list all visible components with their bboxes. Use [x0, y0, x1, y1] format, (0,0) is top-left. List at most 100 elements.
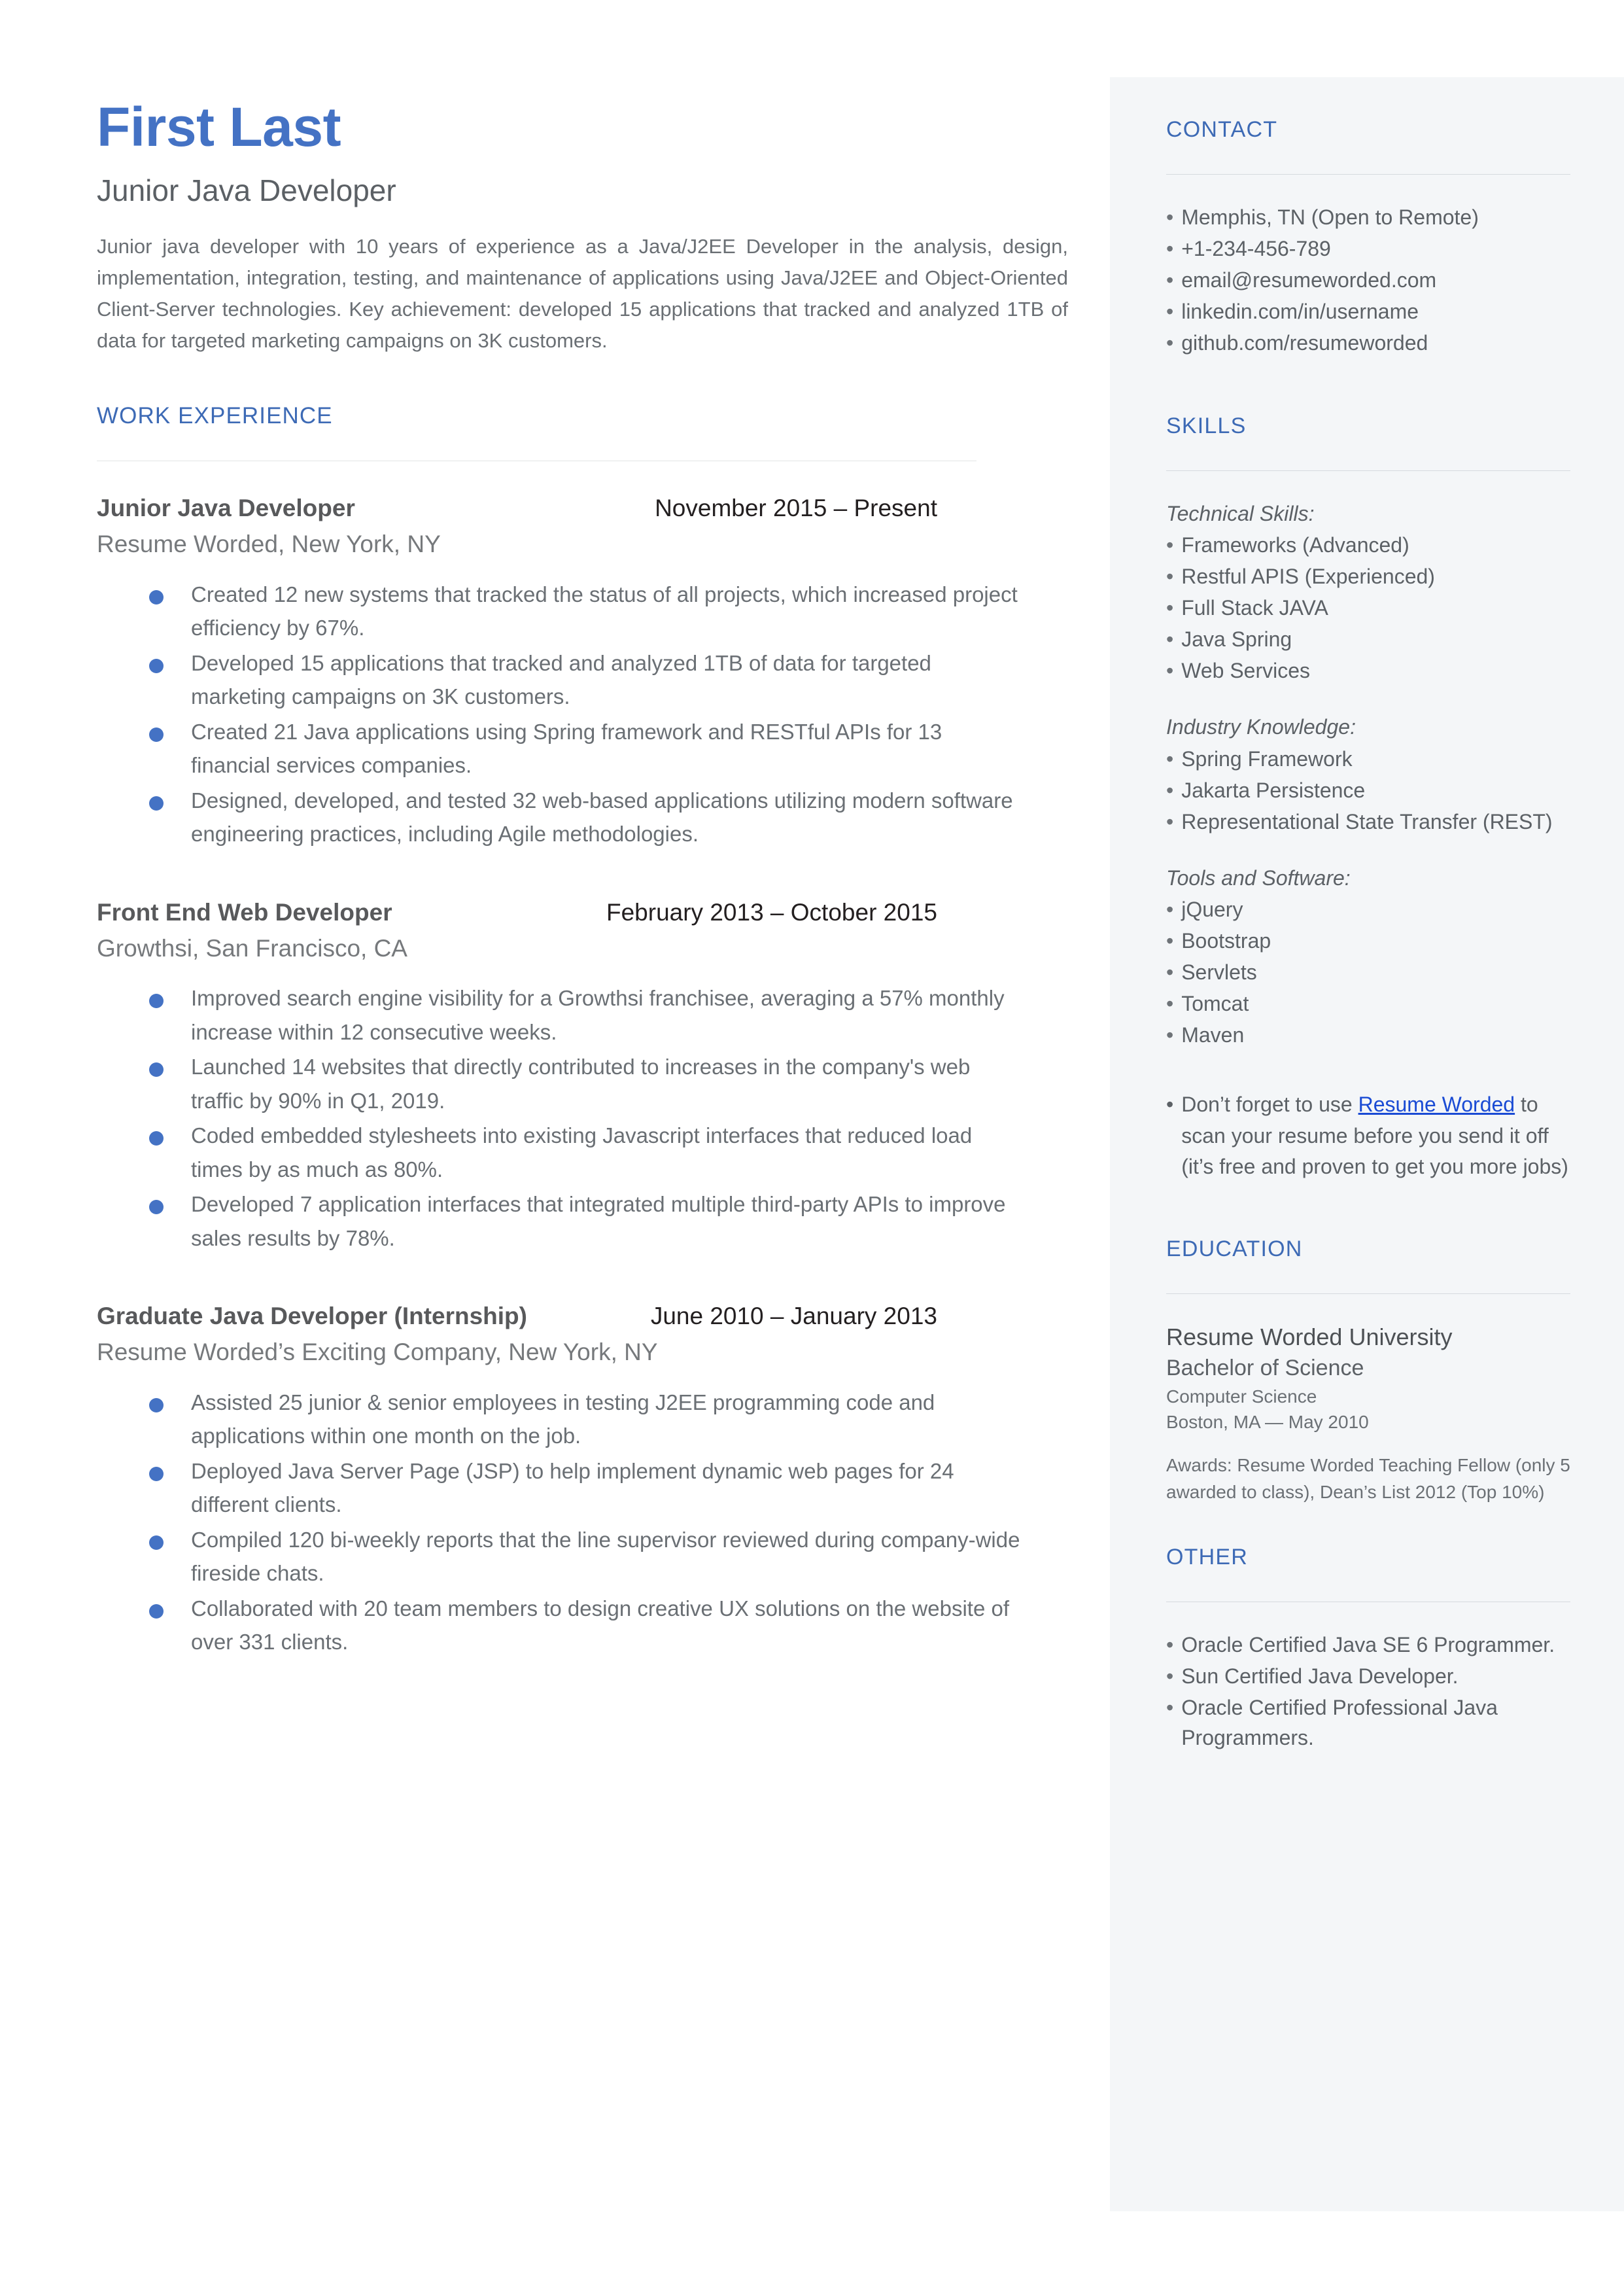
skill-item: • Bootstrap — [1166, 926, 1570, 956]
bullet-dot-icon — [149, 727, 164, 742]
job-bullet: Assisted 25 junior & senior employees in… — [97, 1386, 1071, 1453]
job-bullet-list: Improved search engine visibility for a … — [97, 981, 1071, 1255]
skill-item: • Tomcat — [1166, 989, 1570, 1019]
job-company: Growthsi, San Francisco, CA — [97, 934, 407, 962]
skill-text: Servlets — [1181, 960, 1257, 984]
skill-text: Spring Framework — [1181, 746, 1353, 771]
job-bullet: Coded embedded stylesheets into existing… — [97, 1119, 1071, 1186]
job-title: Graduate Java Developer (Internship) — [97, 1303, 527, 1330]
job-header-row: Front End Web Developer February 2013 – … — [97, 897, 937, 928]
skill-item: • Spring Framework — [1166, 744, 1570, 774]
bullet-dot-icon — [149, 1397, 164, 1412]
main-column: First Last Junior Java Developer Junior … — [97, 98, 1071, 1660]
promo-note-body: Don’t forget to use Resume Worded to sca… — [1181, 1089, 1570, 1182]
skill-text: Java Spring — [1181, 627, 1292, 652]
job-entry: Junior Java Developer November 2015 – Pr… — [97, 493, 1071, 850]
job-dates: February 2013 – October 2015 — [606, 898, 937, 926]
job-bullet: Designed, developed, and tested 32 web-b… — [97, 784, 1071, 851]
bullet-dot-icon: • — [1166, 565, 1174, 589]
contact-item-phone: • +1-234-456-789 — [1166, 234, 1570, 264]
job-bullet: Deployed Java Server Page (JSP) to help … — [97, 1454, 1071, 1522]
education-divider — [1166, 1293, 1570, 1295]
bullet-dot-icon: • — [1166, 1093, 1174, 1117]
contact-item-github[interactable]: • github.com/resumeworded — [1166, 328, 1570, 358]
skills-group-label-technical: Technical Skills: — [1166, 501, 1315, 525]
bullet-dot-icon: • — [1166, 205, 1174, 229]
contact-divider — [1166, 173, 1570, 175]
bullet-dot-icon — [149, 589, 164, 604]
bullet-dot-icon: • — [1166, 960, 1174, 984]
bullet-dot-icon: • — [1166, 1695, 1174, 1719]
bullet-dot-icon: • — [1166, 897, 1174, 921]
job-bullet: Improved search engine visibility for a … — [97, 981, 1071, 1049]
job-bullet-text: Coded embedded stylesheets into existing… — [191, 1123, 973, 1182]
bullet-dot-icon: • — [1166, 1632, 1174, 1656]
job-bullet: Compiled 120 bi-weekly reports that the … — [97, 1523, 1071, 1590]
job-entry: Graduate Java Developer (Internship) Jun… — [97, 1301, 1071, 1658]
job-bullet-list: Created 12 new systems that tracked the … — [97, 578, 1071, 851]
bullet-dot-icon: • — [1166, 1664, 1174, 1688]
job-bullet-text: Designed, developed, and tested 32 web-b… — [191, 788, 1013, 847]
bullet-dot-icon: • — [1166, 627, 1174, 652]
contact-phone-text: +1-234-456-789 — [1181, 236, 1331, 260]
job-company: Resume Worded, New York, NY — [97, 531, 441, 558]
education-degree: Bachelor of Science — [1166, 1355, 1364, 1380]
bullet-dot-icon — [149, 1603, 164, 1619]
bullet-dot-icon — [149, 1535, 164, 1550]
job-bullet-text: Compiled 120 bi-weekly reports that the … — [191, 1527, 1020, 1586]
contact-item-email[interactable]: • email@resumeworded.com — [1166, 265, 1570, 295]
bullet-dot-icon: • — [1166, 268, 1174, 292]
contact-heading: CONTACT — [1166, 117, 1278, 142]
sidebar: CONTACT • Memphis, TN (Open to Remote) •… — [1110, 77, 1624, 2211]
education-location-date: Boston, MA — May 2010 — [1166, 1411, 1369, 1432]
certification-item: • Sun Certified Java Developer. — [1166, 1661, 1570, 1691]
job-bullet-text: Created 12 new systems that tracked the … — [191, 582, 1018, 640]
bullet-dot-icon: • — [1166, 928, 1174, 953]
bullet-dot-icon: • — [1166, 778, 1174, 802]
job-bullet-text: Launched 14 websites that directly contr… — [191, 1055, 971, 1113]
job-bullet: Developed 15 applications that tracked a… — [97, 646, 1071, 714]
candidate-name: First Last — [97, 96, 341, 158]
job-dates: November 2015 – Present — [655, 495, 937, 522]
skills-heading: SKILLS — [1166, 413, 1247, 439]
job-bullet: Created 21 Java applications using Sprin… — [97, 715, 1071, 782]
bullet-dot-icon: • — [1166, 596, 1174, 620]
job-bullet-text: Deployed Java Server Page (JSP) to help … — [191, 1458, 954, 1517]
resume-worded-link[interactable]: Resume Worded — [1358, 1093, 1515, 1116]
job-bullet: Created 12 new systems that tracked the … — [97, 578, 1071, 645]
skill-item: • Representational State Transfer (REST) — [1166, 807, 1570, 837]
bullet-dot-icon — [149, 1466, 164, 1481]
skill-item: • jQuery — [1166, 894, 1570, 924]
bullet-dot-icon — [149, 658, 164, 673]
contact-email-text: email@resumeworded.com — [1181, 268, 1437, 292]
skill-text: Tomcat — [1181, 992, 1249, 1016]
resume-worded-promo-note: • Don’t forget to use Resume Worded to s… — [1166, 1089, 1570, 1182]
job-bullet-text: Created 21 Java applications using Sprin… — [191, 719, 942, 778]
candidate-headline: Junior Java Developer — [97, 173, 396, 208]
resume-page: First Last Junior Java Developer Junior … — [0, 0, 1624, 2295]
bullet-dot-icon — [149, 1200, 164, 1215]
job-bullet: Collaborated with 20 team members to des… — [97, 1592, 1071, 1659]
certification-text: Oracle Certified Professional Java Progr… — [1181, 1695, 1498, 1749]
contact-github-text: github.com/resumeworded — [1181, 331, 1428, 355]
skills-group-label-industry: Industry Knowledge: — [1166, 715, 1356, 739]
bullet-dot-icon: • — [1166, 236, 1174, 260]
skill-text: Bootstrap — [1181, 928, 1271, 953]
job-bullet-text: Assisted 25 junior & senior employees in… — [191, 1390, 935, 1448]
other-heading: OTHER — [1166, 1544, 1248, 1569]
skill-item: • Maven — [1166, 1020, 1570, 1050]
skill-item: • Jakarta Persistence — [1166, 775, 1570, 805]
job-bullet-text: Collaborated with 20 team members to des… — [191, 1596, 1009, 1655]
sidebar-section-contact: CONTACT • Memphis, TN (Open to Remote) •… — [1166, 116, 1570, 358]
skill-text: Frameworks (Advanced) — [1181, 533, 1409, 557]
job-bullet-text: Improved search engine visibility for a … — [191, 986, 1005, 1044]
certification-text: Oracle Certified Java SE 6 Programmer. — [1181, 1632, 1555, 1656]
contact-linkedin-text: linkedin.com/in/username — [1181, 300, 1419, 324]
job-bullet-text: Developed 7 application interfaces that … — [191, 1192, 1006, 1250]
certification-item: • Oracle Certified Professional Java Pro… — [1166, 1692, 1570, 1753]
skill-text: Restful APIS (Experienced) — [1181, 565, 1435, 589]
contact-item-linkedin[interactable]: • linkedin.com/in/username — [1166, 296, 1570, 326]
